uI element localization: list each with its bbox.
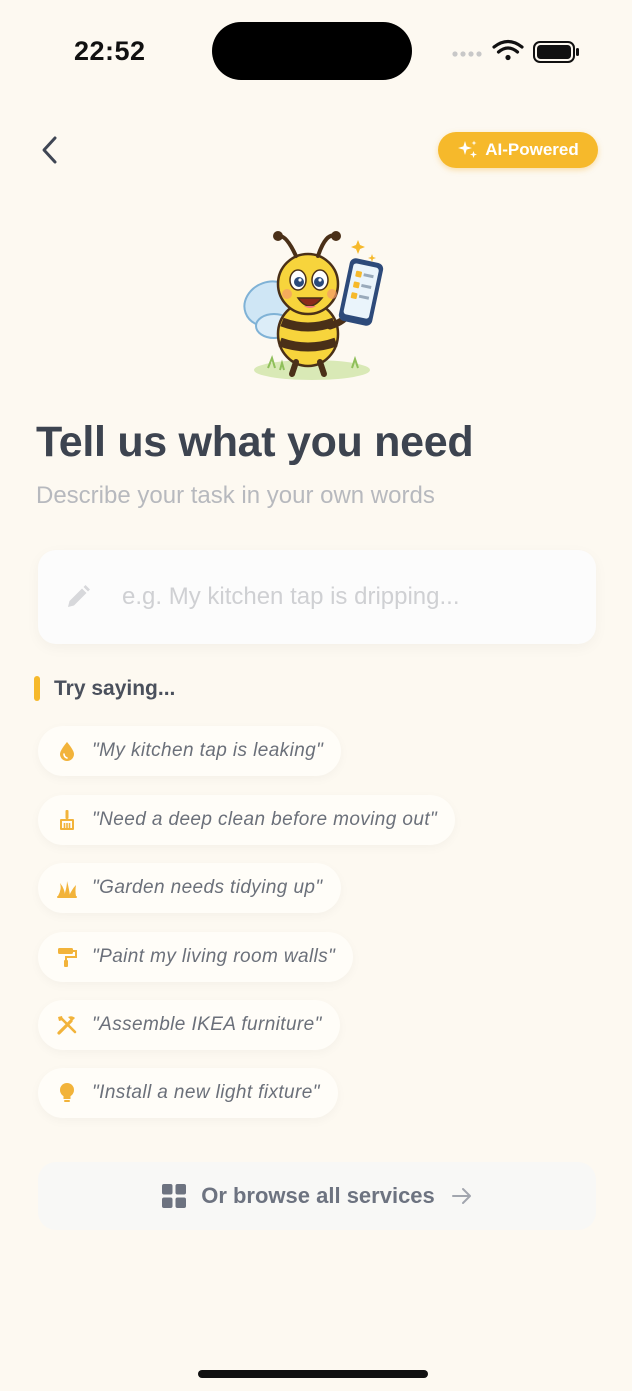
accent-bar: [34, 676, 40, 701]
suggestion-chip-garden[interactable]: "Garden needs tidying up": [38, 863, 341, 913]
dynamic-island: [212, 22, 412, 80]
suggestion-text: "Assemble IKEA furniture": [92, 1014, 322, 1035]
try-saying-label: Try saying...: [54, 676, 176, 700]
status-time: 22:52: [74, 36, 146, 66]
suggestion-chip-deep-clean[interactable]: "Need a deep clean before moving out": [38, 795, 456, 845]
water-drop-icon: [56, 740, 78, 762]
arrow-right-icon: [451, 1188, 471, 1204]
suggestion-text: "My kitchen tap is leaking": [92, 740, 324, 761]
suggestion-chip-light-fixture[interactable]: "Install a new light fixture": [38, 1068, 338, 1118]
signal-icon: [452, 51, 482, 57]
suggestion-chip-paint-walls[interactable]: "Paint my living room walls": [38, 932, 354, 982]
suggestion-text: "Need a deep clean before moving out": [92, 809, 438, 830]
ai-powered-label: AI-Powered: [485, 140, 579, 159]
suggestion-text: "Garden needs tidying up": [92, 877, 323, 898]
browse-all-services-label: Or browse all services: [201, 1183, 435, 1208]
suggestion-chip-ikea[interactable]: "Assemble IKEA furniture": [38, 1000, 340, 1050]
suggestion-text: "Install a new light fixture": [92, 1082, 320, 1103]
bee-mascot-illustration: [243, 231, 384, 380]
grass-icon: [56, 877, 78, 899]
task-input-container[interactable]: [38, 550, 596, 644]
grid-icon: [162, 1184, 187, 1208]
lightbulb-icon: [56, 1082, 78, 1104]
browse-all-services-button[interactable]: Or browse all services: [38, 1162, 596, 1230]
ai-powered-badge: AI-Powered: [438, 132, 598, 168]
suggestion-chip-tap-leaking[interactable]: "My kitchen tap is leaking": [38, 726, 342, 776]
status-bar: 22:52: [0, 0, 632, 100]
battery-icon: [533, 41, 579, 63]
task-description-input[interactable]: [122, 550, 582, 644]
page-title: Tell us what you need: [36, 418, 474, 466]
page-subtitle: Describe your task in your own words: [36, 482, 435, 509]
suggestion-text: "Paint my living room walls": [92, 946, 336, 967]
wifi-icon: [492, 39, 524, 61]
pencil-icon: [68, 585, 90, 607]
sparkles-icon: [458, 140, 478, 158]
status-icons: [452, 39, 579, 63]
paint-roller-icon: [56, 946, 78, 968]
chevron-left-icon: [42, 136, 57, 164]
home-indicator[interactable]: [198, 1370, 428, 1378]
tools-icon: [56, 1014, 78, 1036]
broom-icon: [56, 809, 78, 831]
back-button[interactable]: [30, 130, 70, 170]
try-saying-heading: Try saying...: [34, 676, 175, 701]
